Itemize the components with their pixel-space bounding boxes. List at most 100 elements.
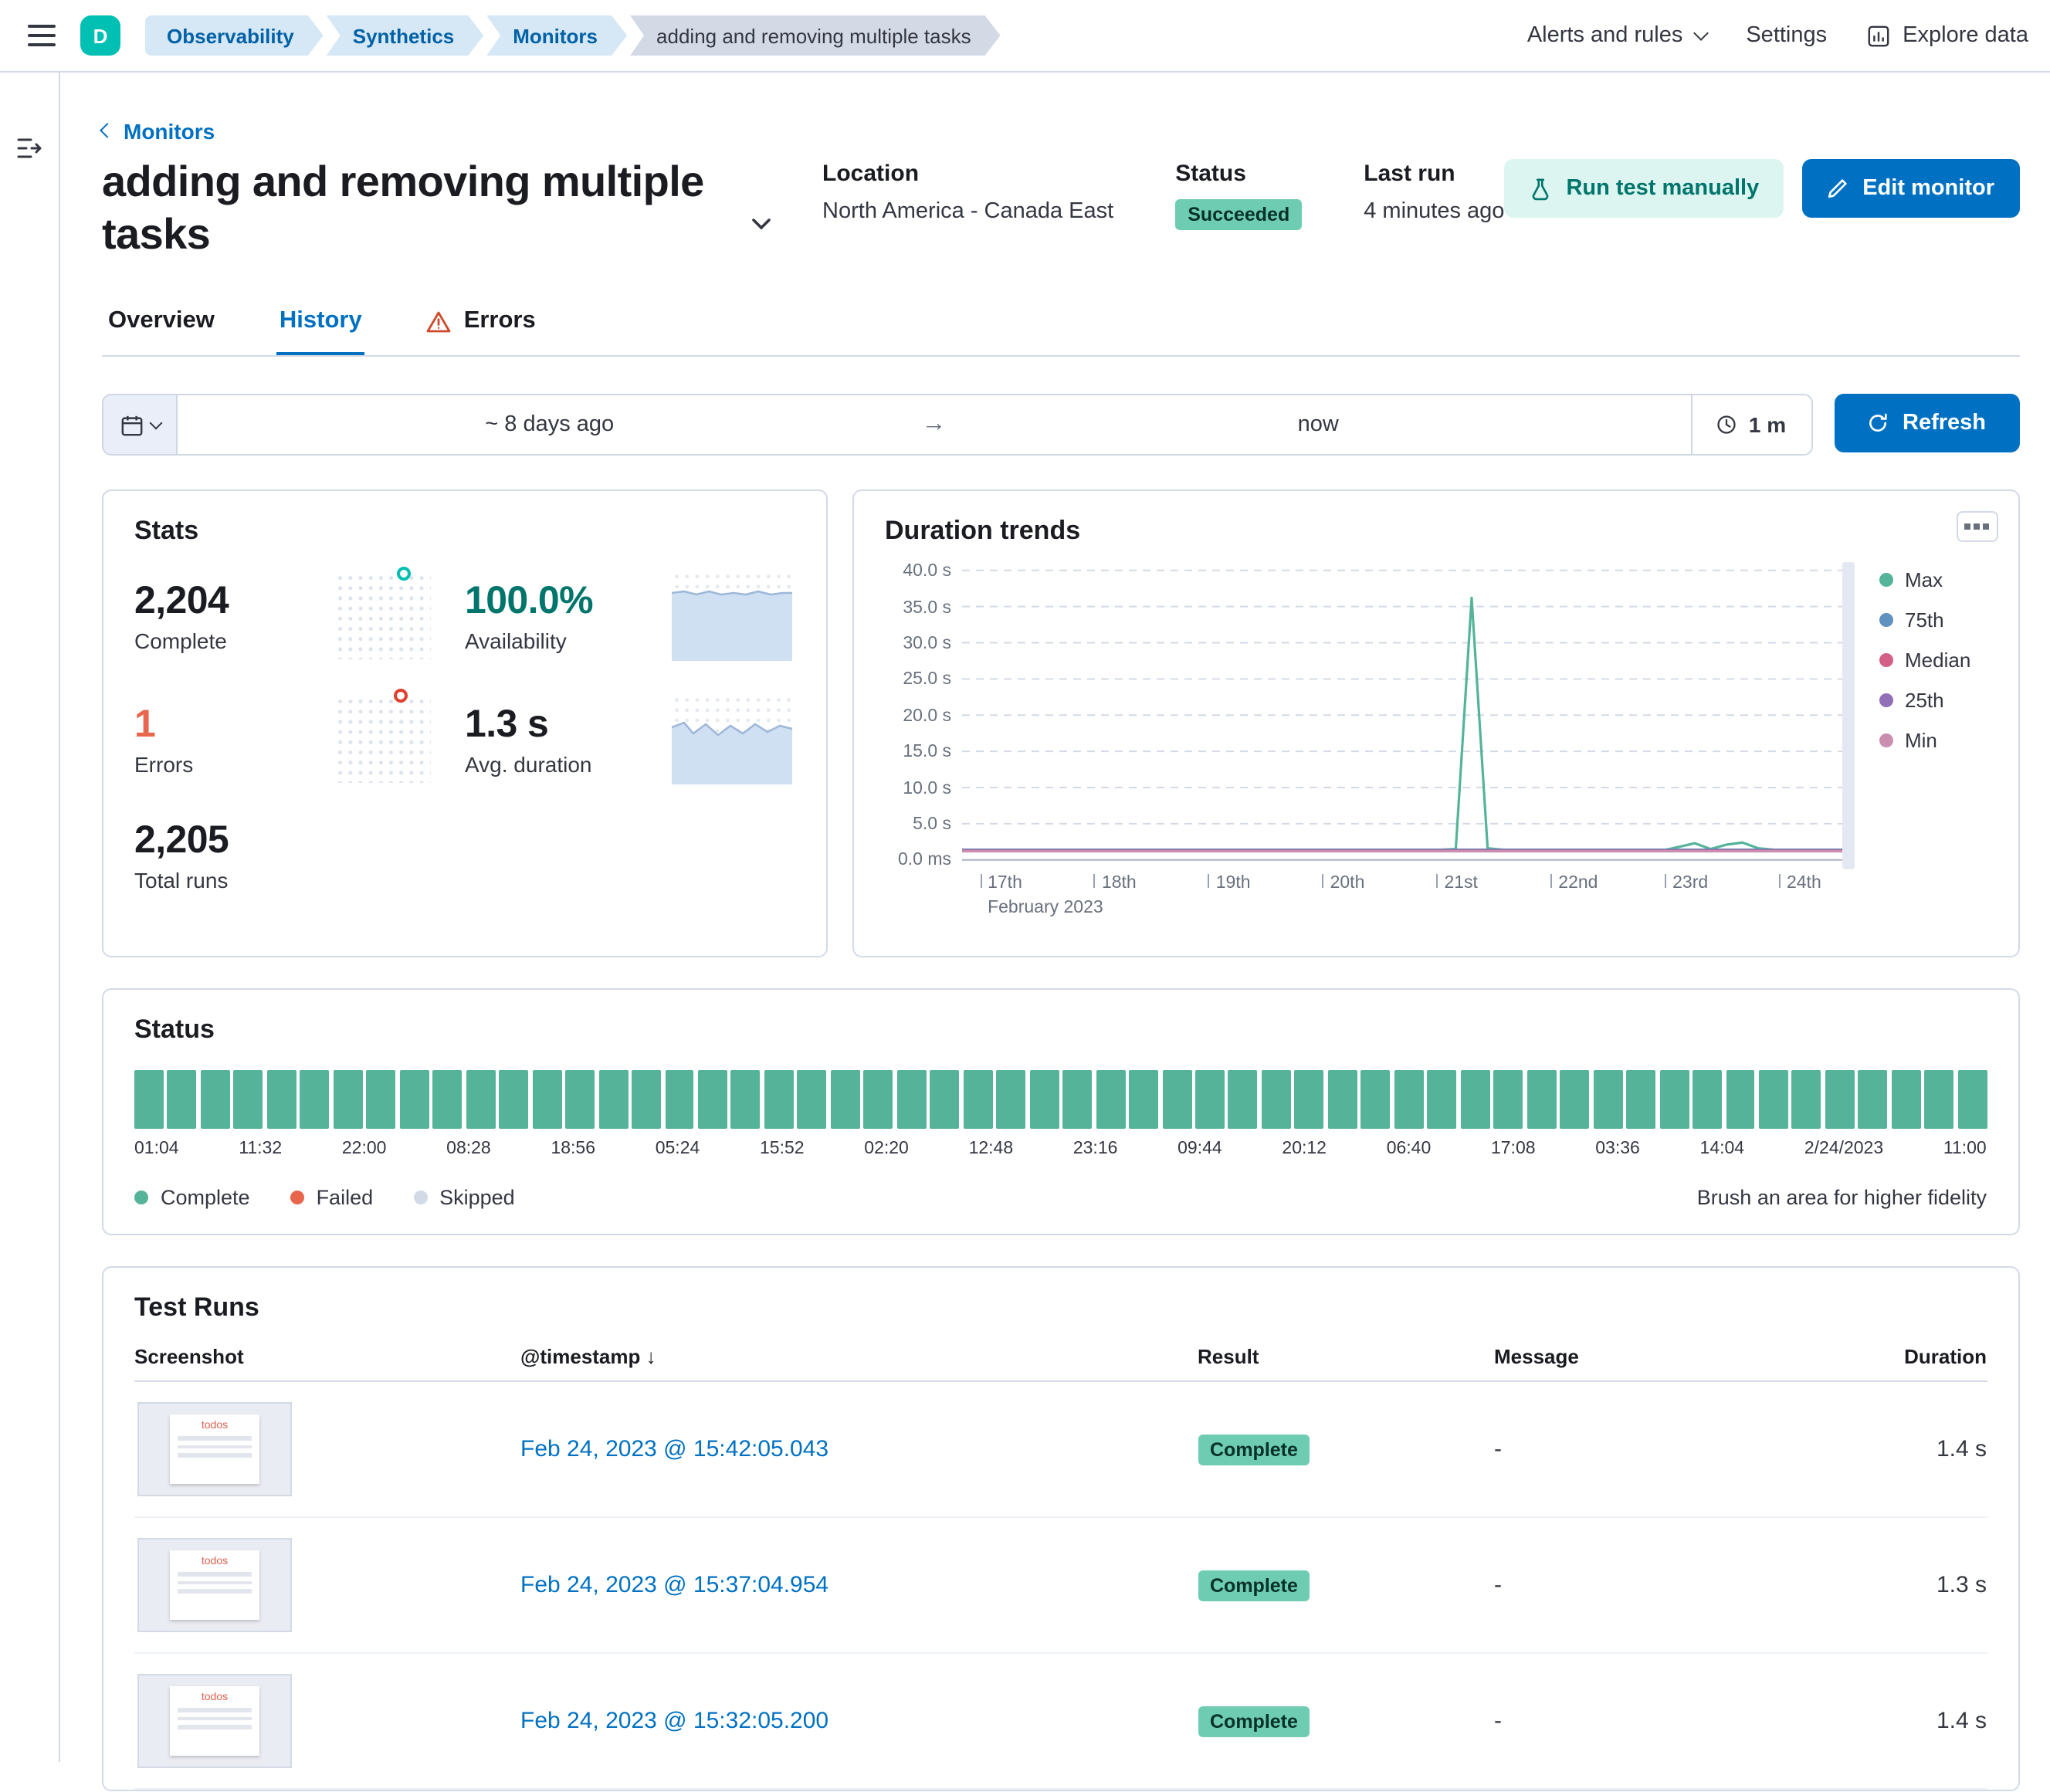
status-bar[interactable] bbox=[134, 1071, 164, 1130]
status-bar[interactable] bbox=[1792, 1071, 1821, 1130]
status-bar[interactable] bbox=[1461, 1071, 1490, 1130]
explore-data-link[interactable]: Explore data bbox=[1867, 23, 2028, 48]
legend-item-25th[interactable]: 25th bbox=[1879, 689, 1987, 713]
status-bar[interactable] bbox=[996, 1071, 1025, 1130]
status-bar[interactable] bbox=[1262, 1071, 1291, 1130]
tab-overview[interactable]: Overview bbox=[105, 308, 218, 356]
status-bar[interactable] bbox=[1859, 1071, 1888, 1130]
test-run-timestamp-link[interactable]: Feb 24, 2023 @ 15:37:04.954 bbox=[520, 1573, 1198, 1599]
y-tick-label: 35.0 s bbox=[885, 598, 951, 617]
warning-icon bbox=[427, 310, 452, 334]
status-bar[interactable] bbox=[1228, 1071, 1258, 1130]
location-value: North America - Canada East bbox=[822, 199, 1113, 224]
start-date-button[interactable]: ~ 8 days ago bbox=[178, 396, 922, 455]
legend-item-median[interactable]: Median bbox=[1879, 649, 1987, 672]
status-bar[interactable] bbox=[1295, 1071, 1324, 1130]
tab-history[interactable]: History bbox=[276, 308, 365, 356]
status-bar[interactable] bbox=[432, 1071, 462, 1130]
status-bar[interactable] bbox=[466, 1071, 495, 1130]
screenshot-thumbnail[interactable]: todos bbox=[137, 1675, 292, 1769]
status-bar[interactable] bbox=[1759, 1071, 1788, 1130]
auto-refresh-interval-button[interactable]: 1 m bbox=[1690, 396, 1811, 455]
status-bar[interactable] bbox=[499, 1071, 528, 1130]
status-bar[interactable] bbox=[731, 1071, 761, 1130]
breadcrumb-monitors[interactable]: Monitors bbox=[486, 15, 627, 56]
refresh-icon bbox=[1867, 413, 1889, 435]
status-bar[interactable] bbox=[267, 1071, 296, 1130]
settings-link[interactable]: Settings bbox=[1746, 23, 1827, 48]
status-bar[interactable] bbox=[565, 1071, 595, 1130]
status-bar[interactable] bbox=[1062, 1071, 1092, 1130]
status-bar[interactable] bbox=[1162, 1071, 1191, 1130]
status-bar[interactable] bbox=[1428, 1071, 1457, 1130]
status-bar[interactable] bbox=[963, 1071, 992, 1130]
alerts-and-rules-menu[interactable]: Alerts and rules bbox=[1527, 23, 1706, 48]
status-bar[interactable] bbox=[798, 1071, 827, 1130]
back-to-monitors-link[interactable]: Monitors bbox=[102, 118, 215, 143]
status-bar[interactable] bbox=[1593, 1071, 1622, 1130]
status-bar[interactable] bbox=[698, 1071, 727, 1130]
legend-item-75th[interactable]: 75th bbox=[1879, 609, 1987, 632]
run-test-manually-button[interactable]: Run test manually bbox=[1504, 159, 1784, 218]
tab-errors[interactable]: Errors bbox=[424, 308, 539, 356]
test-run-timestamp-link[interactable]: Feb 24, 2023 @ 15:32:05.200 bbox=[520, 1709, 1198, 1735]
status-bar[interactable] bbox=[168, 1071, 197, 1130]
screenshot-thumbnail[interactable]: todos bbox=[137, 1403, 292, 1497]
status-bar[interactable] bbox=[764, 1071, 794, 1130]
duration-y-axis: 40.0 s35.0 s30.0 s25.0 s20.0 s15.0 s10.0… bbox=[885, 563, 962, 870]
status-bar[interactable] bbox=[1560, 1071, 1589, 1130]
status-bar[interactable] bbox=[1493, 1071, 1523, 1130]
status-bar[interactable] bbox=[1394, 1071, 1424, 1130]
status-bar[interactable] bbox=[1129, 1071, 1158, 1130]
status-bar[interactable] bbox=[1958, 1071, 1987, 1130]
expand-nav-button[interactable] bbox=[11, 131, 48, 165]
status-bar[interactable] bbox=[300, 1071, 330, 1130]
status-bars[interactable] bbox=[134, 1071, 1987, 1130]
status-bar[interactable] bbox=[1726, 1071, 1755, 1130]
status-bar[interactable] bbox=[367, 1071, 396, 1130]
status-bar[interactable] bbox=[831, 1071, 860, 1130]
edit-monitor-button[interactable]: Edit monitor bbox=[1802, 159, 2019, 218]
screenshot-thumbnail[interactable]: todos bbox=[137, 1539, 292, 1633]
test-run-timestamp-link[interactable]: Feb 24, 2023 @ 15:42:05.043 bbox=[520, 1437, 1198, 1463]
status-bar[interactable] bbox=[400, 1071, 429, 1130]
run-test-label: Run test manually bbox=[1566, 176, 1759, 201]
status-bar[interactable] bbox=[1328, 1071, 1357, 1130]
status-bar[interactable] bbox=[1825, 1071, 1855, 1130]
status-bar[interactable] bbox=[532, 1071, 561, 1130]
duration-plot-area[interactable] bbox=[962, 563, 1854, 870]
duration-cell: 1.4 s bbox=[1843, 1709, 1987, 1735]
status-bar[interactable] bbox=[334, 1071, 363, 1130]
status-bar[interactable] bbox=[864, 1071, 893, 1130]
status-bar[interactable] bbox=[1096, 1071, 1125, 1130]
status-bar[interactable] bbox=[234, 1071, 263, 1130]
status-bar[interactable] bbox=[930, 1071, 960, 1130]
status-bar[interactable] bbox=[665, 1071, 694, 1130]
chart-options-button[interactable] bbox=[1956, 512, 1997, 543]
refresh-button[interactable]: Refresh bbox=[1834, 395, 2019, 453]
status-bar[interactable] bbox=[1693, 1071, 1722, 1130]
status-bar[interactable] bbox=[1892, 1071, 1921, 1130]
title-collapse-button[interactable] bbox=[748, 212, 773, 241]
status-bar[interactable] bbox=[897, 1071, 927, 1130]
legend-item-max[interactable]: Max bbox=[1879, 569, 1987, 592]
status-bar[interactable] bbox=[1925, 1071, 1954, 1130]
status-bar[interactable] bbox=[1626, 1071, 1655, 1130]
status-bar[interactable] bbox=[1526, 1071, 1556, 1130]
col-timestamp[interactable]: @timestamp ↓ bbox=[520, 1346, 1198, 1369]
status-bar[interactable] bbox=[632, 1071, 661, 1130]
status-bar[interactable] bbox=[1195, 1071, 1225, 1130]
status-bar[interactable] bbox=[598, 1071, 628, 1130]
status-bar[interactable] bbox=[201, 1071, 230, 1130]
status-bar[interactable] bbox=[1361, 1071, 1391, 1130]
status-bar[interactable] bbox=[1659, 1071, 1689, 1130]
end-date-button[interactable]: now bbox=[947, 396, 1691, 455]
legend-item-min[interactable]: Min bbox=[1879, 730, 1987, 753]
menu-button[interactable] bbox=[22, 19, 62, 53]
stat-errors: 1 Errors bbox=[134, 703, 313, 777]
breadcrumb-observability[interactable]: Observability bbox=[145, 15, 324, 56]
date-quick-select-button[interactable] bbox=[103, 396, 178, 455]
status-bar[interactable] bbox=[1029, 1071, 1059, 1130]
avatar[interactable]: D bbox=[80, 15, 120, 56]
breadcrumb-synthetics[interactable]: Synthetics bbox=[327, 15, 484, 56]
